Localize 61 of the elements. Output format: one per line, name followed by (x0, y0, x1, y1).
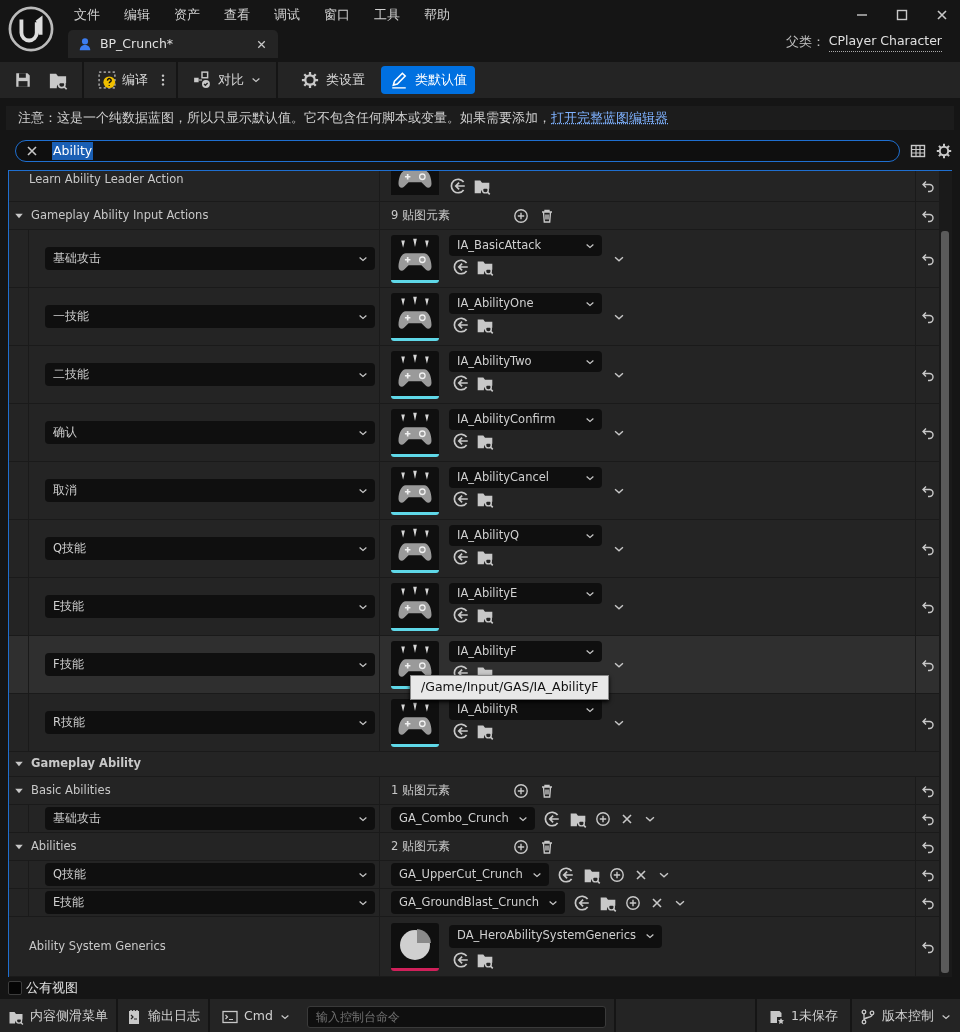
cmd-button[interactable]: Cmd (210, 999, 299, 1032)
property-label: Learn Ability Leader Action (29, 171, 184, 188)
ability-dropdown[interactable]: GA_UpperCut_Crunch (391, 863, 549, 886)
document-tab[interactable]: BP_Crunch* (68, 30, 278, 58)
unsaved-button[interactable]: 1未保存 (755, 999, 852, 1032)
console-input[interactable]: 输入控制台命令 (306, 1005, 606, 1028)
key-dropdown[interactable]: 基础攻击 (45, 247, 375, 270)
diff-button[interactable]: 对比 (184, 66, 270, 94)
notice-text: 注意：这是一个纯数据蓝图，所以只显示默认值。它不包含任何脚本或变量。如果需要添加，打开完整蓝图编辑器 (18, 108, 668, 127)
menu-item[interactable]: 资产 (162, 5, 212, 25)
ability-dropdown[interactable]: GA_GroundBlast_Crunch (391, 891, 566, 914)
asset-dropdown[interactable]: IA_BasicAttack (449, 235, 602, 256)
element-count: 9 贴图元素 (391, 206, 451, 224)
asset-dropdown[interactable]: IA_AbilityCancel (449, 467, 602, 488)
property-label: Ability System Generics (29, 937, 166, 955)
menu-item[interactable]: 调试 (262, 5, 312, 25)
key-dropdown[interactable]: E技能 (45, 891, 375, 914)
key-dropdown[interactable]: 一技能 (45, 305, 375, 328)
source-control-button[interactable]: 版本控制 (852, 999, 960, 1032)
section-header[interactable]: Abilities (31, 837, 77, 856)
open-editor-link[interactable]: 打开完整蓝图编辑器 (551, 109, 668, 125)
menu-item[interactable]: 文件 (62, 5, 112, 25)
compile-button[interactable]: 编译 (90, 66, 156, 94)
key-dropdown[interactable]: Q技能 (45, 863, 375, 886)
parent-class-label: 父类： (785, 32, 825, 51)
mode-tab[interactable]: 类设置 (292, 66, 373, 94)
menu-item[interactable]: 编辑 (112, 5, 162, 25)
checkbox-label: 公有视图 (26, 978, 78, 997)
menu-item[interactable]: 工具 (362, 5, 412, 25)
menu-item[interactable]: 查看 (212, 5, 262, 25)
output-log-button[interactable]: 输出日志 (118, 999, 210, 1032)
key-dropdown[interactable]: 基础攻击 (45, 807, 375, 830)
key-dropdown[interactable]: 二技能 (45, 363, 375, 386)
menu-item[interactable]: 帮助 (412, 5, 462, 25)
section-header[interactable]: Gameplay Ability Input Actions (31, 206, 209, 225)
menu-item[interactable]: 窗口 (312, 5, 362, 25)
ability-dropdown[interactable]: GA_Combo_Crunch (391, 807, 535, 830)
asset-dropdown[interactable]: IA_AbilityQ (449, 525, 602, 546)
section-header[interactable]: Gameplay Ability (31, 755, 141, 773)
key-dropdown[interactable]: R技能 (45, 711, 375, 734)
asset-dropdown[interactable]: IA_AbilityConfirm (449, 409, 602, 430)
section-header[interactable]: Basic Abilities (31, 781, 111, 800)
key-dropdown[interactable]: E技能 (45, 595, 375, 618)
search-text[interactable]: Ability (52, 141, 94, 161)
asset-dropdown[interactable]: IA_AbilityR (449, 699, 602, 720)
asset-dropdown[interactable]: IA_AbilityOne (449, 293, 602, 314)
element-count: 2 贴图元素 (391, 837, 451, 855)
tooltip: /Game/Input/GAS/IA_AbilityF (410, 675, 610, 700)
asset-dropdown[interactable]: IA_AbilityTwo (449, 351, 602, 372)
element-count: 1 贴图元素 (391, 781, 451, 799)
asset-dropdown[interactable]: IA_AbilityE (449, 583, 602, 604)
parent-class-link[interactable]: CPlayer Character (828, 32, 942, 52)
asset-dropdown[interactable]: DA_HeroAbilitySystemGenerics (449, 924, 663, 948)
key-dropdown[interactable]: 确认 (45, 421, 375, 444)
key-dropdown[interactable]: F技能 (45, 653, 375, 676)
asset-dropdown[interactable]: IA_AbilityF (449, 641, 602, 662)
search-bar[interactable]: Ability (15, 140, 900, 162)
key-dropdown[interactable]: 取消 (45, 479, 375, 502)
key-dropdown[interactable]: Q技能 (45, 537, 375, 560)
mode-tab[interactable]: 类默认值 (381, 66, 475, 94)
content-drawer-button[interactable]: 内容侧滑菜单 (0, 999, 118, 1032)
